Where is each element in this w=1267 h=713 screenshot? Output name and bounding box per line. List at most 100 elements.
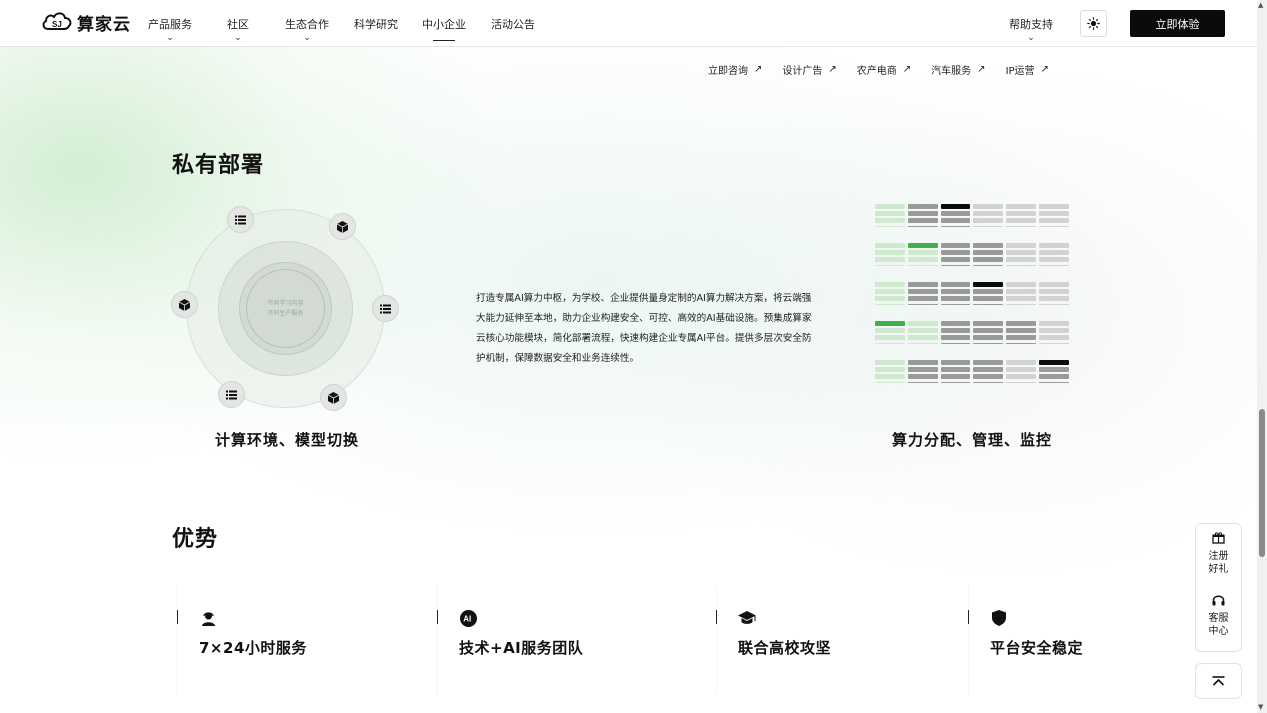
gift-icon	[1212, 532, 1225, 544]
advantage-label: 7×24小时服务	[199, 639, 307, 657]
nav-products-label: 产品服务	[148, 18, 192, 31]
nav-help[interactable]: 帮助支持 ⌄	[1009, 16, 1053, 43]
scroll-up-arrow-icon[interactable]: ▲	[1258, 1, 1263, 9]
nav-sme[interactable]: 中小企业	[422, 16, 466, 41]
server-unit	[907, 282, 938, 307]
server-unit	[875, 360, 905, 385]
chevron-down-icon: ⌄	[166, 33, 174, 43]
sublink-label: 设计广告	[782, 66, 823, 77]
theme-toggle-button[interactable]	[1080, 10, 1107, 37]
nav-community-label: 社区	[227, 18, 249, 31]
ai-badge-icon: AI	[459, 609, 477, 627]
svg-text:AI: AI	[463, 614, 471, 623]
advantage-card: 平台安全稳定	[968, 585, 1188, 695]
sublink-auto-service[interactable]: 汽车服务 ↗	[931, 62, 985, 77]
back-to-top-button[interactable]	[1195, 663, 1242, 699]
card-marker	[968, 610, 969, 624]
arrow-up-right-icon: ↗	[828, 64, 837, 75]
server-unit	[973, 282, 1004, 307]
server-unit	[1006, 243, 1037, 268]
sublink-consult[interactable]: 立即咨询 ↗	[708, 62, 762, 77]
scroll-down-arrow-icon[interactable]: ▼	[1258, 703, 1263, 711]
register-gift-button[interactable]: 注册好礼	[1196, 532, 1241, 576]
server-unit	[973, 321, 1004, 346]
sublink-label: 农产电商	[856, 66, 897, 77]
core-text-line: 不同学习内容	[267, 299, 304, 307]
server-unit	[907, 204, 938, 229]
server-rack-row	[875, 321, 1069, 346]
advantage-card: AI 技术+AI服务团队	[437, 585, 716, 695]
server-unit	[1039, 360, 1069, 385]
nav-announcements[interactable]: 活动公告	[491, 16, 535, 32]
server-unit	[907, 360, 938, 385]
shield-icon	[990, 609, 1008, 627]
server-unit	[1039, 243, 1069, 268]
server-unit	[907, 243, 938, 268]
server-rack-row	[875, 204, 1069, 229]
private-deployment-title: 私有部署	[172, 153, 265, 178]
card-marker	[437, 610, 438, 624]
cube-node-icon	[320, 384, 347, 411]
card-divider	[437, 585, 438, 695]
server-unit	[940, 360, 971, 385]
nav-research-label: 科学研究	[354, 18, 398, 31]
server-unit	[907, 321, 938, 346]
sublink-design-ads[interactable]: 设计广告 ↗	[782, 62, 836, 77]
list-node-icon	[372, 295, 399, 322]
card-divider	[716, 585, 717, 695]
nav-announcements-label: 活动公告	[491, 18, 535, 31]
floating-side-panel: 注册好礼 客服中心	[1195, 523, 1242, 652]
scrollbar-thumb[interactable]	[1259, 409, 1265, 557]
sun-icon	[1087, 17, 1100, 30]
server-unit	[1039, 282, 1069, 307]
customer-service-button[interactable]: 客服中心	[1196, 594, 1241, 638]
server-unit	[940, 321, 971, 346]
nav-ecosystem-label: 生态合作	[285, 18, 329, 31]
server-unit	[940, 243, 971, 268]
logo[interactable]: SJ 算家云	[41, 9, 131, 35]
server-grid-illustration	[875, 204, 1069, 399]
nav-ecosystem[interactable]: 生态合作 ⌄	[285, 16, 329, 43]
logo-text: 算家云	[77, 14, 131, 35]
active-underline	[433, 40, 455, 41]
support-agent-icon	[199, 609, 217, 627]
compute-management-caption: 算力分配、管理、监控	[892, 431, 1053, 449]
server-unit	[875, 282, 905, 307]
advantage-card: 7×24小时服务	[177, 585, 437, 695]
server-unit	[1006, 360, 1037, 385]
sublink-label: 汽车服务	[931, 66, 972, 77]
advantage-label: 联合高校攻坚	[738, 639, 832, 657]
card-marker	[177, 610, 178, 624]
server-unit	[973, 204, 1004, 229]
customer-service-label: 客服中心	[1208, 613, 1229, 637]
cube-node-icon	[171, 291, 198, 318]
sublink-ip-operation[interactable]: IP运营 ↗	[1006, 62, 1049, 77]
headphones-icon	[1212, 595, 1225, 606]
sublink-agri-ecommerce[interactable]: 农产电商 ↗	[857, 62, 911, 77]
card-divider	[177, 585, 178, 695]
server-unit	[875, 321, 905, 346]
nav-sme-label: 中小企业	[422, 18, 466, 31]
vertical-scrollbar[interactable]: ▲ ▼	[1257, 0, 1267, 713]
server-unit	[1039, 204, 1069, 229]
server-unit	[1006, 282, 1037, 307]
nav-products[interactable]: 产品服务 ⌄	[148, 16, 192, 43]
nav-community[interactable]: 社区 ⌄	[227, 16, 249, 43]
server-unit	[1039, 321, 1069, 346]
sub-links: 立即咨询 ↗ 设计广告 ↗ 农产电商 ↗ 汽车服务 ↗ IP运营 ↗	[708, 62, 1049, 77]
graduation-cap-icon	[738, 609, 756, 627]
logo-cloud-icon: SJ	[42, 12, 72, 30]
compute-environment-diagram: 不同学习内容 不同生产服务	[168, 203, 404, 417]
sublink-label: IP运营	[1005, 66, 1035, 77]
arrow-up-right-icon: ↗	[1040, 64, 1049, 75]
register-gift-label: 注册好礼	[1208, 551, 1229, 575]
try-now-button[interactable]: 立即体验	[1130, 10, 1225, 37]
list-node-icon	[218, 381, 245, 408]
nav-research[interactable]: 科学研究	[354, 16, 398, 32]
sublink-label: 立即咨询	[708, 66, 748, 77]
back-to-top-icon	[1212, 676, 1225, 686]
card-divider	[968, 585, 969, 695]
cube-node-icon	[329, 213, 356, 240]
chevron-down-icon: ⌄	[234, 33, 242, 43]
top-nav-bar: SJ 算家云 产品服务 ⌄ 社区 ⌄ 生态合作 ⌄ 科学研究 中小企业 活动公告…	[0, 0, 1257, 47]
